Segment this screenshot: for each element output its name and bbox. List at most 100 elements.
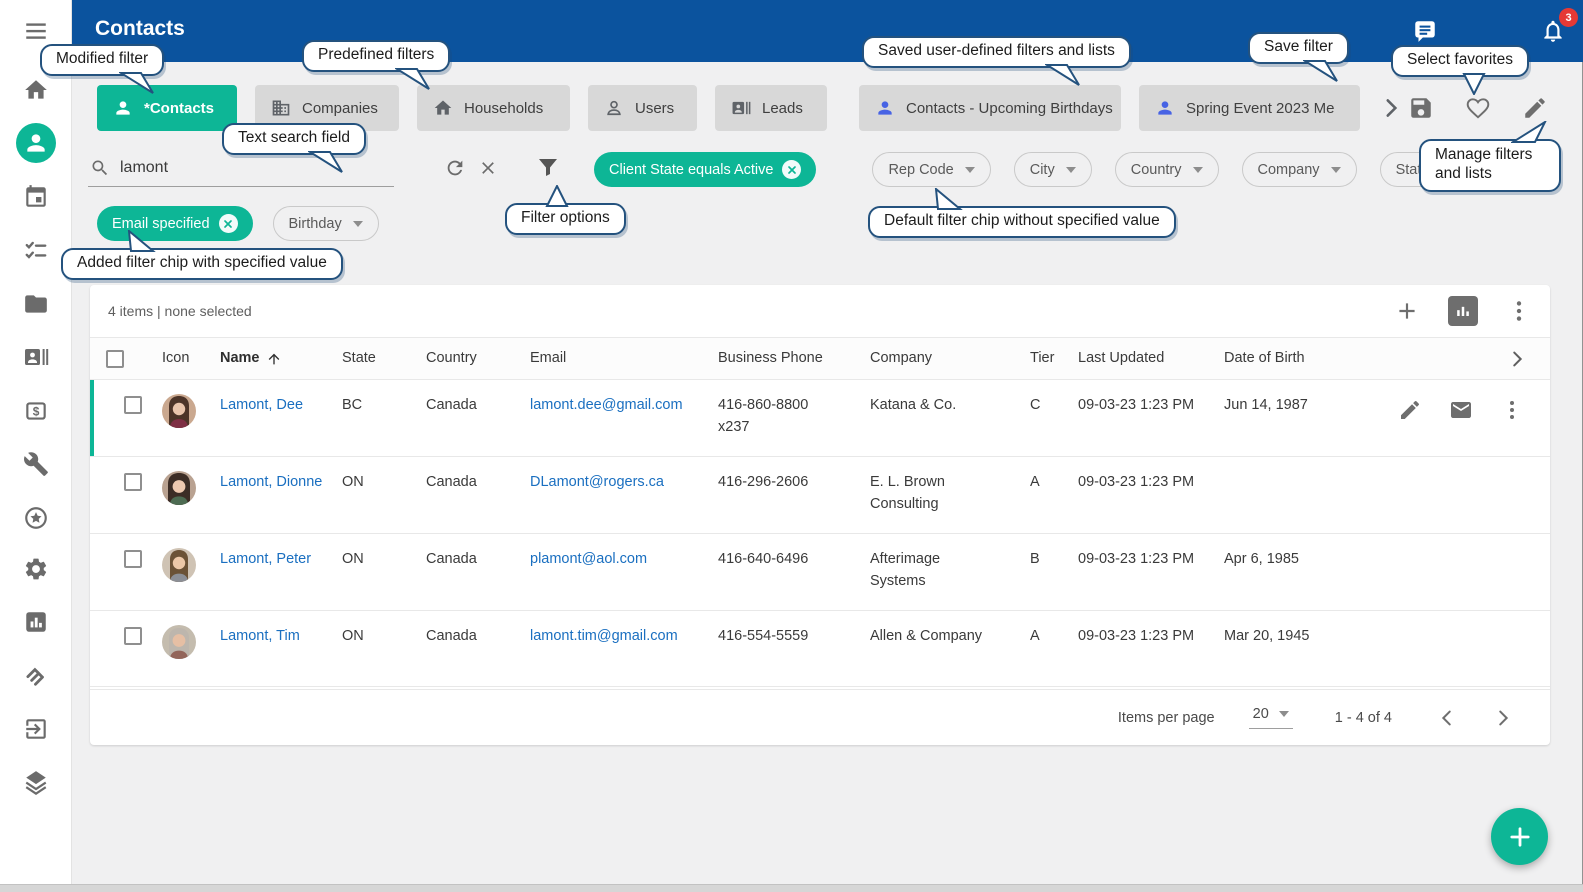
- refresh-search-icon[interactable]: [444, 157, 466, 179]
- menu-icon[interactable]: [22, 17, 50, 45]
- row-kebab-menu-icon[interactable]: [1500, 398, 1524, 422]
- chip-email-specified[interactable]: Email specified: [97, 206, 253, 241]
- person-outline-icon: [604, 98, 624, 118]
- column-header-business-phone[interactable]: Business Phone: [718, 347, 870, 369]
- callout-predefined-filters: Predefined filters: [302, 40, 450, 72]
- contact-name-link[interactable]: Lamont, Dee: [220, 397, 303, 413]
- table-row[interactable]: Lamont, Dee BC Canada lamont.dee@gmail.c…: [90, 379, 1550, 456]
- sidebar: $: [0, 0, 72, 892]
- save-filter-icon[interactable]: [1408, 95, 1434, 121]
- email-link[interactable]: lamont.dee@gmail.com: [530, 397, 683, 413]
- more-columns-chevron-icon[interactable]: [1506, 348, 1528, 370]
- table-kebab-menu-icon[interactable]: [1506, 298, 1532, 324]
- column-header-email[interactable]: Email: [530, 347, 718, 369]
- calendar-icon[interactable]: [22, 183, 50, 211]
- favorites-heart-icon[interactable]: [1465, 95, 1491, 121]
- chip-birthday[interactable]: Birthday: [273, 206, 379, 241]
- contact-name-link[interactable]: Lamont, Peter: [220, 551, 311, 567]
- callout-tail: [395, 68, 431, 90]
- chevron-down-icon: [1279, 711, 1289, 717]
- tab-leads[interactable]: Leads: [715, 85, 827, 131]
- tab-saved-spring-event[interactable]: Spring Event 2023 Me: [1139, 85, 1360, 131]
- tab-users[interactable]: Users: [588, 85, 697, 131]
- state-cell: ON: [342, 534, 426, 576]
- column-header-state[interactable]: State: [342, 347, 426, 369]
- filter-funnel-icon[interactable]: [536, 155, 560, 179]
- last-updated-cell: 09-03-23 1:23 PM: [1078, 380, 1224, 422]
- tab-households[interactable]: Households: [417, 85, 570, 131]
- table-row[interactable]: Lamont, Peter ON Canada plamont@aol.com …: [90, 533, 1550, 610]
- column-header-name[interactable]: Name: [220, 347, 342, 369]
- contact-name-link[interactable]: Lamont, Dionne: [220, 474, 322, 490]
- chip-city[interactable]: City: [1014, 152, 1092, 187]
- callout-tail: [119, 72, 155, 94]
- files-icon[interactable]: [22, 290, 50, 318]
- tab-saved-upcoming-birthdays[interactable]: Contacts - Upcoming Birthdays: [859, 85, 1121, 131]
- settings-icon[interactable]: [22, 555, 50, 583]
- callout-tail: [127, 230, 163, 252]
- previous-page-icon[interactable]: [1436, 707, 1458, 729]
- chat-icon[interactable]: [1412, 18, 1438, 44]
- email-link[interactable]: lamont.tim@gmail.com: [530, 628, 678, 644]
- items-per-page-select[interactable]: 20: [1249, 706, 1293, 729]
- callout-tail: [1460, 73, 1496, 95]
- phone-cell: 416-860-8800 x237: [718, 380, 828, 445]
- items-per-page-label: Items per page: [1118, 710, 1215, 726]
- layers-icon[interactable]: [22, 768, 50, 796]
- chart-view-toggle-icon[interactable]: [1448, 296, 1478, 326]
- tools-icon[interactable]: [22, 450, 50, 478]
- last-updated-cell: 09-03-23 1:23 PM: [1078, 611, 1224, 653]
- callout-filter-options: Filter options: [505, 203, 626, 235]
- more-tabs-chevron-icon[interactable]: [1378, 95, 1404, 121]
- callout-saved-filters: Saved user-defined filters and lists: [862, 36, 1131, 68]
- chip-country[interactable]: Country: [1115, 152, 1219, 187]
- remove-chip-icon[interactable]: [782, 160, 801, 179]
- add-column-plus-icon[interactable]: [1394, 298, 1420, 324]
- column-header-tier[interactable]: Tier: [1030, 347, 1078, 369]
- table-row[interactable]: Lamont, Dionne ON Canada DLamont@rogers.…: [90, 456, 1550, 533]
- clear-search-icon[interactable]: [478, 158, 498, 178]
- row-checkbox[interactable]: [124, 473, 142, 491]
- row-checkbox[interactable]: [124, 627, 142, 645]
- building-icon: [271, 98, 291, 118]
- contact-name-link[interactable]: Lamont, Tim: [220, 628, 300, 644]
- reports-icon[interactable]: [22, 608, 50, 636]
- avatar: [162, 394, 196, 428]
- chip-company[interactable]: Company: [1242, 152, 1357, 187]
- column-header-icon[interactable]: Icon: [162, 347, 220, 369]
- callout-default-chip: Default filter chip without specified va…: [868, 206, 1176, 238]
- row-checkbox[interactable]: [124, 550, 142, 568]
- column-header-company[interactable]: Company: [870, 347, 1030, 369]
- email-link[interactable]: plamont@aol.com: [530, 551, 647, 567]
- column-header-country[interactable]: Country: [426, 347, 530, 369]
- money-icon[interactable]: $: [22, 397, 50, 425]
- search-input[interactable]: [120, 154, 305, 182]
- chip-rep-code[interactable]: Rep Code: [872, 152, 990, 187]
- column-header-date-of-birth[interactable]: Date of Birth: [1224, 347, 1356, 369]
- email-envelope-icon[interactable]: [1449, 398, 1473, 422]
- next-page-icon[interactable]: [1492, 707, 1514, 729]
- person-icon: [113, 98, 133, 118]
- address-book-icon[interactable]: [22, 343, 50, 371]
- contacts-nav-icon[interactable]: [16, 123, 56, 163]
- row-checkbox[interactable]: [124, 396, 142, 414]
- horizontal-scrollbar[interactable]: [0, 884, 1583, 892]
- chip-client-state[interactable]: Client State equals Active: [594, 152, 816, 187]
- campaigns-icon[interactable]: [22, 661, 50, 689]
- table-row[interactable]: Lamont, Tim ON Canada lamont.tim@gmail.c…: [90, 610, 1550, 687]
- select-all-checkbox[interactable]: [106, 350, 124, 368]
- home-icon[interactable]: [22, 76, 50, 104]
- add-contact-fab[interactable]: [1491, 808, 1548, 865]
- tasks-icon[interactable]: [22, 236, 50, 264]
- dob-cell: Apr 6, 1985: [1224, 534, 1356, 576]
- column-header-last-updated[interactable]: Last Updated: [1078, 347, 1224, 369]
- manage-filters-pencil-icon[interactable]: [1522, 95, 1548, 121]
- remove-chip-icon[interactable]: [219, 214, 238, 233]
- avatar: [162, 625, 196, 659]
- callout-save-filter: Save filter: [1248, 32, 1349, 64]
- import-export-icon[interactable]: [22, 715, 50, 743]
- edit-pencil-icon[interactable]: [1398, 398, 1422, 422]
- email-link[interactable]: DLamont@rogers.ca: [530, 474, 664, 490]
- search-underline: [88, 186, 394, 187]
- favorites-icon[interactable]: [22, 504, 50, 532]
